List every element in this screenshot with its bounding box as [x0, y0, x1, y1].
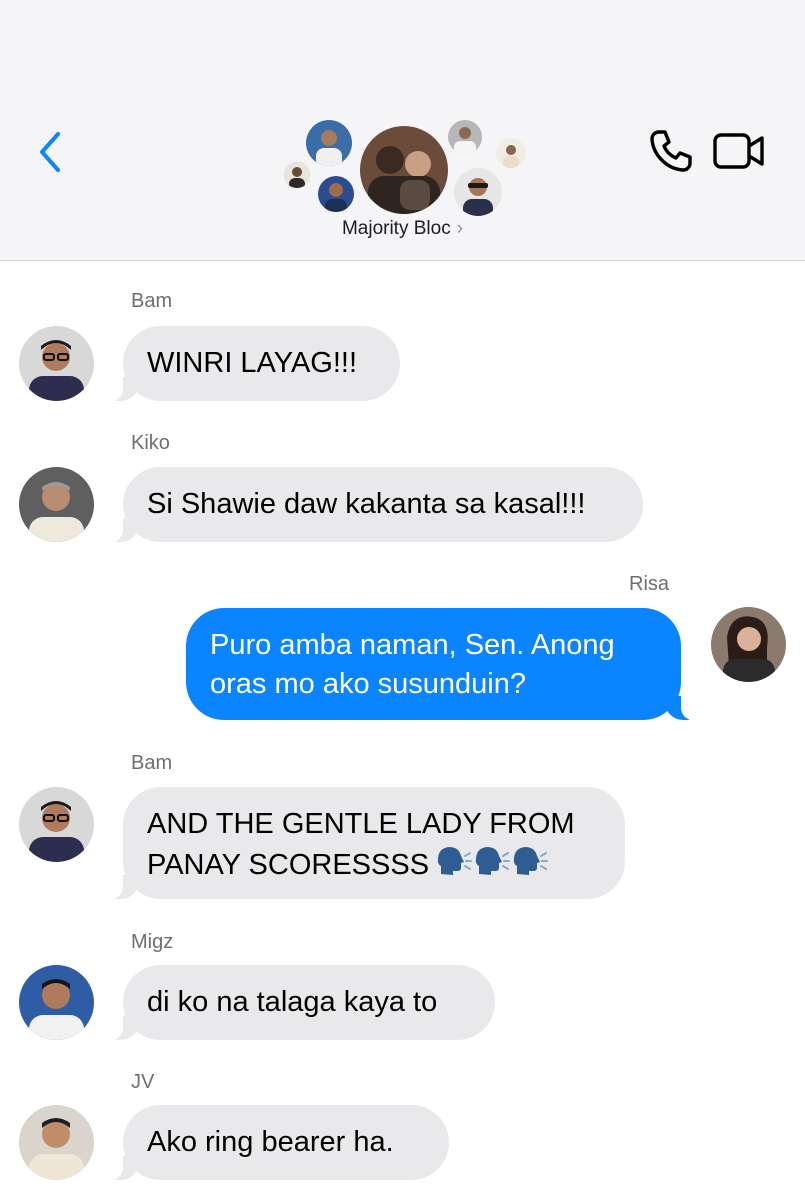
- message-text-line: oras mo ako susunduin?: [210, 668, 526, 700]
- video-call-button[interactable]: [712, 128, 766, 174]
- sender-name: Bam: [131, 290, 173, 312]
- message-bubble[interactable]: di ko na talaga kaya to: [101, 965, 495, 1040]
- message-bubble[interactable]: Ako ring bearer ha.: [101, 1105, 449, 1180]
- chevron-right-icon: ›: [456, 218, 464, 239]
- sender-name: Kiko: [131, 432, 170, 454]
- message-bubble[interactable]: WINRI LAYAG!!!: [101, 326, 400, 401]
- message-bubble[interactable]: Si Shawie daw kakanta sa kasal!!!: [101, 467, 643, 542]
- phone-icon: [650, 130, 692, 172]
- sender-name: JV: [131, 1071, 155, 1093]
- back-chevron-icon: [40, 132, 60, 172]
- message-text: di ko na talaga kaya to: [147, 986, 438, 1018]
- message-line-with-emoji: PANAY SCORESSSS: [147, 844, 601, 889]
- back-button[interactable]: [30, 128, 70, 176]
- message-text: WINRI LAYAG!!!: [147, 347, 358, 379]
- sender-name: Bam: [131, 752, 173, 774]
- avatar-migz[interactable]: [19, 965, 94, 1040]
- message-bubble-outgoing[interactable]: Puro amba naman, Sen. Anong oras mo ako …: [186, 608, 703, 720]
- member-avatar: [304, 118, 354, 168]
- group-avatars[interactable]: [280, 112, 530, 220]
- audio-call-button[interactable]: [648, 128, 694, 174]
- video-camera-icon: [713, 133, 764, 169]
- avatar-risa[interactable]: [711, 607, 786, 682]
- avatar-kiko[interactable]: [19, 467, 94, 542]
- group-name: Majority Bloc: [341, 218, 451, 239]
- message-text-line: AND THE GENTLE LADY FROM: [147, 808, 575, 840]
- group-title[interactable]: Majority Bloc ›: [0, 218, 805, 240]
- avatar-bam[interactable]: [19, 787, 94, 862]
- sender-name: Risa: [629, 573, 670, 595]
- member-avatar: [494, 136, 528, 170]
- sender-name: Migz: [131, 931, 174, 953]
- chat-header: Majority Bloc ›: [0, 0, 805, 261]
- member-avatar-main: [358, 124, 450, 216]
- message-text-line: PANAY SCORESSSS: [147, 849, 430, 882]
- member-avatar: [452, 166, 504, 218]
- member-avatar: [316, 174, 356, 214]
- message-text: Ako ring bearer ha.: [147, 1126, 394, 1158]
- member-avatar: [282, 160, 312, 190]
- avatar-jv[interactable]: [19, 1105, 94, 1180]
- message-bubble[interactable]: AND THE GENTLE LADY FROM PANAY SCORESSSS: [101, 787, 625, 899]
- speaking-head-icon: [435, 844, 551, 889]
- message-text-line: Puro amba naman, Sen. Anong: [210, 629, 615, 661]
- message-text: Si Shawie daw kakanta sa kasal!!!: [147, 488, 586, 520]
- member-avatar: [446, 118, 484, 156]
- avatar-bam[interactable]: [19, 326, 94, 401]
